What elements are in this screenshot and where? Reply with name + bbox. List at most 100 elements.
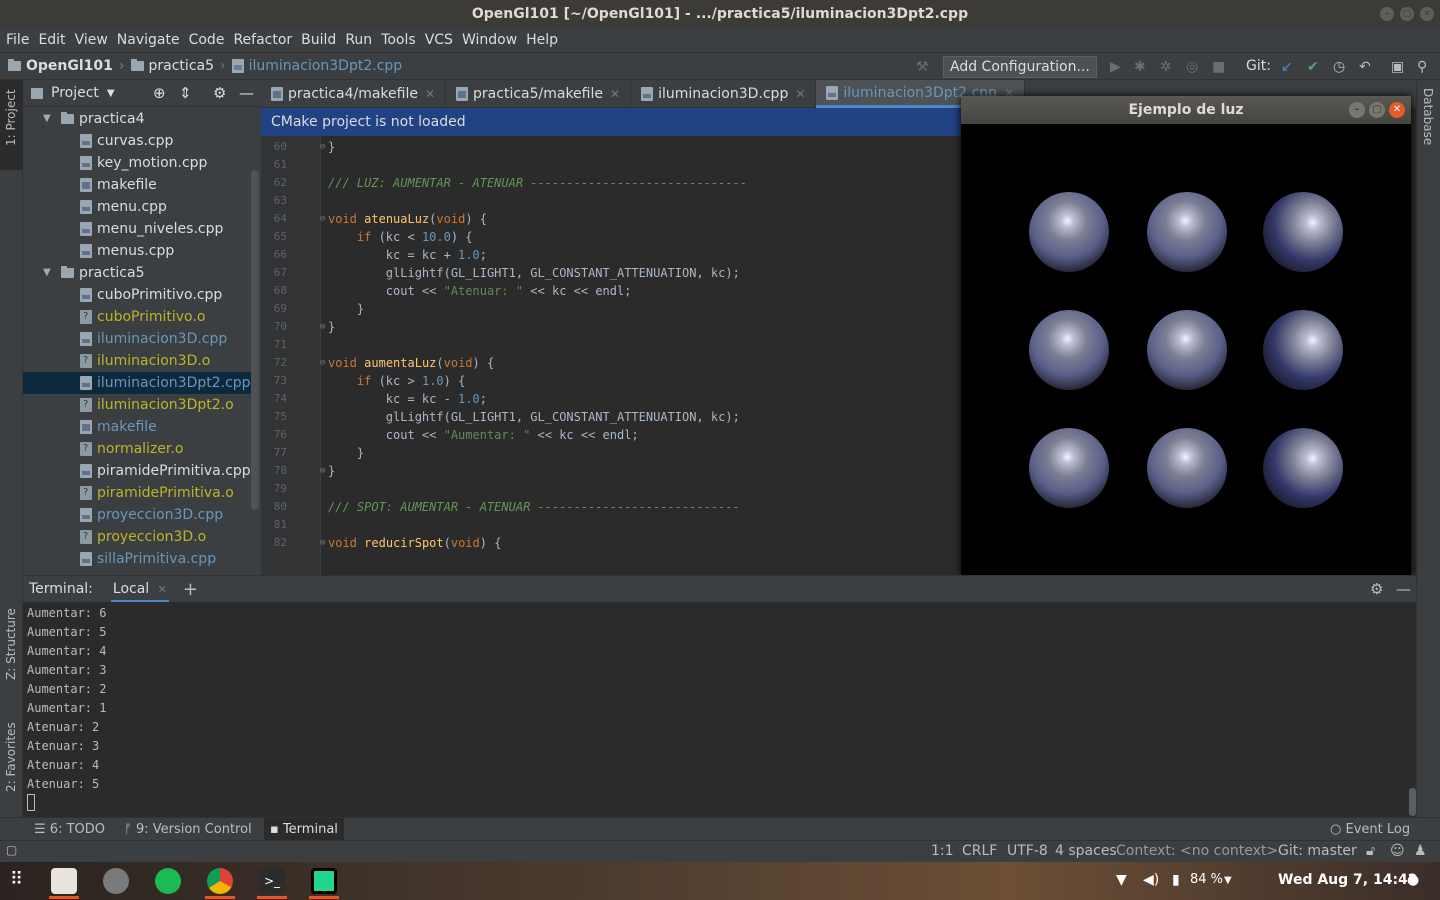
tree-file[interactable]: proyeccion3D.cpp (23, 504, 251, 526)
lock-icon[interactable]: 🔓︎ (1366, 843, 1375, 859)
code-line[interactable]: kc = kc + 1.0; (328, 248, 487, 262)
code-line[interactable]: cout << "Aumentar: " << kc << endl; (328, 428, 639, 442)
code-line[interactable]: } (328, 446, 364, 460)
database-tool-label[interactable]: Database (1421, 88, 1435, 145)
file-encoding[interactable]: UTF-8 (1007, 843, 1048, 859)
code-line[interactable]: cout << "Atenuar: " << kc << endl; (328, 284, 632, 298)
tree-file[interactable]: iluminacion3Dpt2.cpp (23, 372, 251, 394)
files-app-icon[interactable] (51, 868, 77, 894)
close-icon[interactable]: ✕ (1389, 102, 1405, 118)
gear-icon[interactable]: ⚙ (1370, 580, 1383, 598)
hide-icon[interactable]: — (239, 84, 254, 102)
wifi-icon[interactable]: ▼ (1116, 872, 1127, 888)
battery-level[interactable]: 84 % (1190, 872, 1223, 887)
project-scrollbar[interactable] (251, 170, 259, 510)
chevron-down-icon[interactable]: ▼ (107, 88, 115, 99)
panel-toggle-icon[interactable]: ▢ (6, 843, 17, 857)
minimize-icon[interactable]: – (1349, 102, 1365, 118)
project-panel-title[interactable]: Project (51, 85, 99, 101)
close-icon[interactable]: ✕ (1420, 7, 1434, 21)
tree-file[interactable]: proyeccion3D.o (23, 526, 251, 548)
hammer-icon[interactable]: ⚒ (916, 59, 929, 75)
settings-app-icon[interactable] (103, 868, 129, 894)
opengl-window[interactable]: Ejemplo de luz – ▢ ✕ (961, 96, 1411, 575)
code-editor[interactable]: 60 61 62 63 64 65 66 67 68 69 70 71 72 73 74 75 76 77 78 79… (261, 136, 961, 575)
terminal-scrollbar[interactable] (1409, 788, 1416, 816)
fold-icon[interactable]: ⊖ (320, 466, 325, 476)
apps-grid-icon[interactable]: ⠿ (10, 869, 23, 890)
tree-file[interactable]: iluminacion3D.cpp (23, 328, 251, 350)
chevron-down-icon[interactable]: ▼ (1224, 875, 1232, 886)
git-update-icon[interactable]: ↙ (1281, 59, 1293, 75)
terminal-tab-local[interactable]: Local ✕ (110, 576, 169, 603)
code-line[interactable]: } (328, 302, 364, 316)
structure-tool-label[interactable]: Z: Structure (4, 608, 18, 680)
breadcrumb-file[interactable]: iluminacion3Dpt2.cpp (249, 58, 403, 74)
fold-icon[interactable]: ⊖ (320, 214, 325, 224)
chrome-app-icon[interactable] (207, 868, 233, 894)
maximize-icon[interactable]: ▢ (1369, 102, 1385, 118)
menu-refactor[interactable]: Refactor (233, 32, 292, 48)
notifications-icon[interactable]: ♟ (1414, 843, 1427, 859)
fold-icon[interactable]: ⊖ (320, 358, 325, 368)
code-line[interactable]: kc = kc - 1.0; (328, 392, 487, 406)
close-icon[interactable]: ✕ (610, 80, 620, 108)
tree-file[interactable]: sillaPrimitiva.cpp (23, 548, 251, 570)
editor-tab[interactable]: iluminacion3D.cpp ✕ (631, 80, 817, 108)
event-log-tool-tab[interactable]: ○ Event Log (1324, 818, 1416, 841)
tree-file[interactable]: cuboPrimitivo.cpp (23, 284, 251, 306)
terminal-output[interactable]: Aumentar: 6 Aumentar: 5 Aumentar: 4 Aumenta… (23, 602, 1416, 817)
editor-tab[interactable]: practica4/makefile ✕ (261, 80, 447, 108)
tree-file[interactable]: cuboPrimitivo.o (23, 306, 251, 328)
tree-file[interactable]: makefile (23, 174, 251, 196)
code-line[interactable]: glLightf(GL_LIGHT1, GL_CONSTANT_ATTENUAT… (328, 410, 740, 424)
expand-arrow-icon[interactable]: ▼ (43, 262, 55, 284)
menu-vcs[interactable]: VCS (425, 32, 453, 48)
project-structure-icon[interactable]: ▣ (1391, 59, 1404, 75)
git-rollback-icon[interactable]: ↶ (1359, 59, 1371, 75)
maximize-icon[interactable]: ▢ (1400, 7, 1414, 21)
add-configuration-button[interactable]: Add Configuration... (943, 56, 1097, 78)
tree-file[interactable]: key_motion.cpp (23, 152, 251, 174)
power-icon[interactable]: ● (1407, 872, 1419, 888)
locate-icon[interactable]: ⊕ (153, 84, 166, 102)
tree-folder[interactable]: ▼ practica5 (23, 262, 251, 284)
terminal-app-icon[interactable]: >_ (259, 868, 285, 894)
code-line[interactable]: void reducirSpot(void) { (328, 536, 501, 550)
volume-icon[interactable]: ◀) (1143, 872, 1159, 888)
project-tool-label[interactable]: 1: Project (4, 89, 18, 146)
add-icon[interactable]: + (183, 579, 198, 600)
fold-icon[interactable]: ⊖ (320, 322, 325, 332)
tree-file[interactable]: iluminacion3D.o (23, 350, 251, 372)
menu-view[interactable]: View (75, 32, 108, 48)
line-separator[interactable]: CRLF (962, 843, 997, 859)
tree-folder[interactable]: ▼ practica4 (23, 108, 251, 130)
git-commit-icon[interactable]: ✔ (1307, 59, 1319, 75)
editor-tab[interactable]: practica5/makefile ✕ (446, 80, 632, 108)
tree-file[interactable]: menus.cpp (23, 240, 251, 262)
menu-help[interactable]: Help (526, 32, 558, 48)
close-icon[interactable]: ✕ (158, 583, 167, 596)
tree-file[interactable]: menu_niveles.cpp (23, 218, 251, 240)
code-line[interactable]: } (328, 464, 335, 478)
git-history-icon[interactable]: ◷ (1333, 59, 1345, 75)
tree-file[interactable]: normalizer.o (23, 438, 251, 460)
tree-file[interactable]: makefile (23, 416, 251, 438)
context-selector[interactable]: Context: <no context> (1116, 843, 1278, 859)
code-line[interactable]: void atenuaLuz(void) { (328, 212, 487, 226)
code-line[interactable]: if (kc < 10.0) { (328, 230, 473, 244)
hide-icon[interactable]: — (1396, 580, 1411, 598)
fold-icon[interactable]: ⊖ (320, 142, 325, 152)
breadcrumb-project[interactable]: OpenGl101 (26, 58, 113, 74)
minimize-icon[interactable]: – (1380, 7, 1394, 21)
expand-arrow-icon[interactable]: ▼ (43, 108, 55, 130)
menu-tools[interactable]: Tools (381, 32, 416, 48)
spotify-app-icon[interactable] (155, 868, 181, 894)
debug-icon[interactable]: ✱ (1134, 59, 1146, 75)
close-icon[interactable]: ✕ (795, 80, 805, 108)
menu-run[interactable]: Run (345, 32, 372, 48)
fold-icon[interactable]: ⊖ (320, 538, 325, 548)
menu-window[interactable]: Window (462, 32, 517, 48)
tree-file[interactable]: menu.cpp (23, 196, 251, 218)
indent-setting[interactable]: 4 spaces (1055, 843, 1117, 859)
